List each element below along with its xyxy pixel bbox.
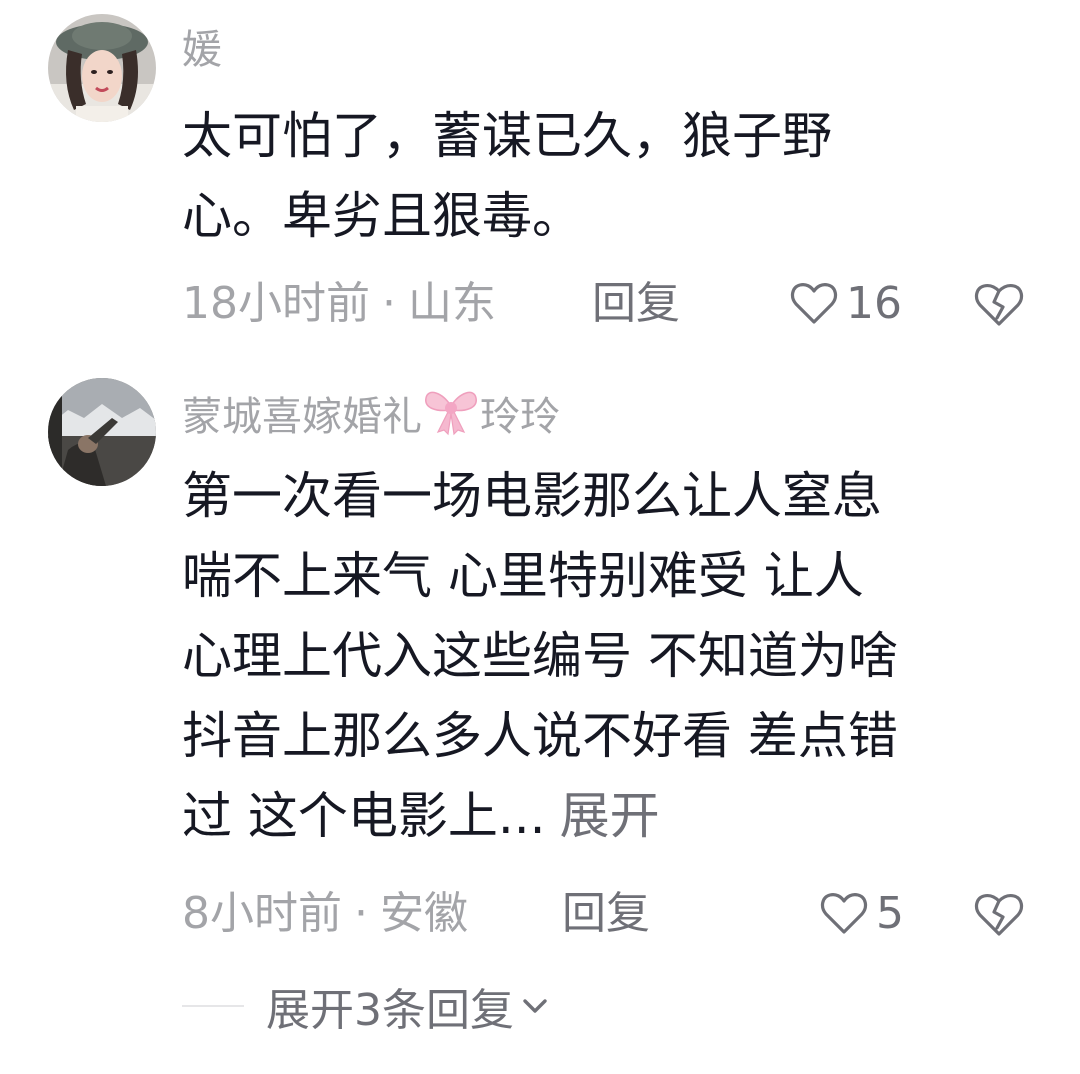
like-button[interactable]: 5 bbox=[820, 884, 904, 944]
replies-divider bbox=[182, 1005, 244, 1007]
username-suffix: 玲玲 bbox=[480, 394, 560, 440]
comment-item: 蒙城喜嫁婚礼 玲玲 第一次看一场电影那么让人窒息 喘不上来气 心里特别难受 让人… bbox=[0, 372, 1080, 1072]
meta-separator: · bbox=[354, 888, 368, 939]
expand-replies-button[interactable]: 展开3条回复 bbox=[182, 976, 550, 1036]
comment-time: 8小时前 bbox=[182, 888, 342, 939]
like-count: 5 bbox=[876, 888, 904, 939]
avatar[interactable] bbox=[48, 378, 156, 486]
like-button[interactable]: 16 bbox=[790, 274, 902, 334]
broken-heart-icon[interactable] bbox=[974, 892, 1024, 938]
like-count: 16 bbox=[846, 278, 902, 329]
heart-outline-icon bbox=[790, 283, 838, 324]
comment-line: 抖音上那么多人说不好看 差点错 bbox=[182, 707, 898, 765]
expand-comment-link[interactable]: 展开 bbox=[560, 787, 660, 845]
comment-line: 第一次看一场电影那么让人窒息 bbox=[182, 467, 882, 525]
expand-replies-label: 展开3条回复 bbox=[266, 985, 514, 1036]
username-text: 媛 bbox=[182, 27, 222, 73]
comment-line-last: 过 这个电影上... 展开 bbox=[182, 776, 1042, 856]
comment-content: 太可怕了，蓄谋已久，狼子野 心。卑劣且狠毒。 bbox=[182, 96, 1042, 256]
meta-separator: · bbox=[382, 278, 396, 329]
avatar-image bbox=[48, 14, 156, 122]
heart-outline-icon bbox=[820, 893, 868, 934]
comment-line: 心。卑劣且狠毒。 bbox=[182, 187, 582, 245]
comment-item: 媛 太可怕了，蓄谋已久，狼子野 心。卑劣且狠毒。 18小时前 · 山东 回复 16 bbox=[0, 0, 1080, 350]
pink-bow-emoji-icon bbox=[425, 391, 477, 436]
comment-meta: 8小时前 · 安徽 bbox=[182, 884, 468, 944]
comment-line: 喘不上来气 心里特别难受 让人 bbox=[182, 547, 864, 605]
comment-line: 过 这个电影上... bbox=[182, 787, 546, 845]
comment-username[interactable]: 媛 bbox=[182, 22, 222, 78]
reply-button[interactable]: 回复 bbox=[592, 274, 680, 334]
avatar[interactable] bbox=[48, 14, 156, 122]
comment-username[interactable]: 蒙城喜嫁婚礼 玲玲 bbox=[182, 386, 560, 445]
comment-location: 安徽 bbox=[380, 888, 468, 939]
avatar-image bbox=[48, 378, 156, 486]
reply-button[interactable]: 回复 bbox=[562, 884, 650, 944]
comment-meta: 18小时前 · 山东 bbox=[182, 274, 496, 334]
comment-line: 心理上代入这些编号 不知道为啥 bbox=[182, 627, 898, 685]
chevron-down-icon bbox=[523, 999, 547, 1013]
comment-location: 山东 bbox=[408, 278, 496, 329]
comment-time: 18小时前 bbox=[182, 278, 370, 329]
comment-line: 太可怕了，蓄谋已久，狼子野 bbox=[182, 107, 832, 165]
broken-heart-icon[interactable] bbox=[974, 282, 1024, 328]
comment-content: 第一次看一场电影那么让人窒息 喘不上来气 心里特别难受 让人 心理上代入这些编号… bbox=[182, 456, 1042, 856]
username-text: 蒙城喜嫁婚礼 bbox=[182, 394, 422, 440]
